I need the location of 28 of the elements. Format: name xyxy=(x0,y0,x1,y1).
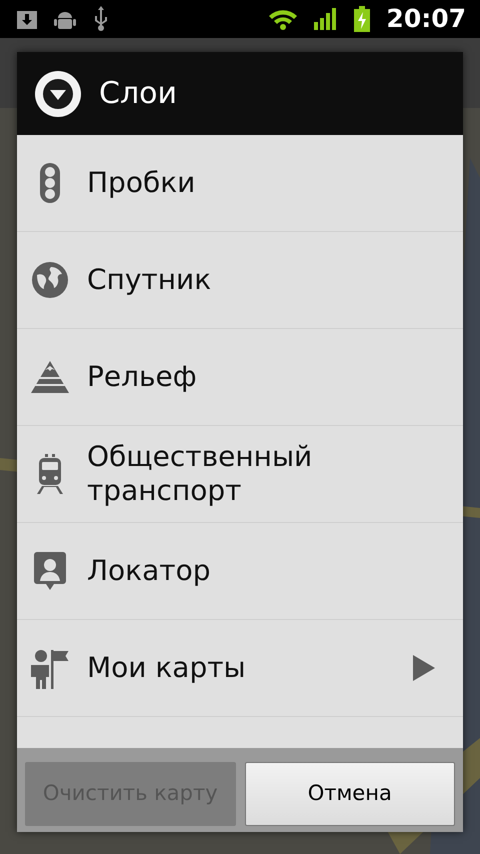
layer-item[interactable]: Рельеф xyxy=(17,329,463,426)
train-icon xyxy=(35,453,65,495)
layer-item[interactable]: Общественный транспорт xyxy=(17,426,463,523)
layer-item[interactable]: Спутник xyxy=(17,232,463,329)
clock: 20:07 xyxy=(386,3,466,36)
signal-icon xyxy=(314,8,338,30)
layer-label: Спутник xyxy=(87,262,212,298)
layer-label: Мои карты xyxy=(87,650,247,686)
usb-icon xyxy=(92,6,110,32)
layer-item[interactable]: Пробки xyxy=(17,135,463,232)
layer-item[interactable]: Мои карты xyxy=(17,620,463,717)
location-pin-icon xyxy=(33,551,67,591)
layer-label: Пробки xyxy=(87,166,196,200)
download-icon xyxy=(16,8,38,30)
layer-label: Локатор xyxy=(87,554,212,588)
person-flag-icon xyxy=(29,647,71,689)
wifi-icon xyxy=(268,8,298,30)
submenu-arrow-icon xyxy=(413,655,435,681)
traffic-light-icon xyxy=(39,162,61,204)
layer-label: Общественный транспорт xyxy=(87,440,314,508)
dialog-title: Слои xyxy=(99,75,177,113)
dialog-button[interactable]: Отмена xyxy=(244,762,455,826)
battery-charging-icon xyxy=(354,6,370,32)
layer-label: Рельеф xyxy=(87,360,198,394)
mountain-icon xyxy=(30,360,70,394)
dropdown-circle-icon xyxy=(35,70,81,116)
globe-icon xyxy=(31,261,69,299)
layer-item[interactable]: Локатор xyxy=(17,523,463,620)
